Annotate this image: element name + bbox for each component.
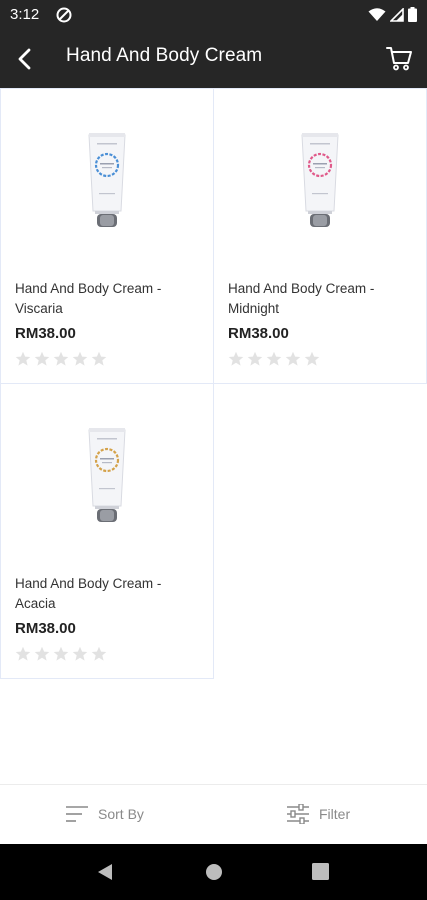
star-icon: [53, 646, 69, 661]
product-price: RM38.00: [15, 325, 76, 342]
rating-stars: [228, 351, 320, 367]
status-icons: [368, 7, 417, 22]
page-title: Hand And Body Cream: [66, 45, 263, 66]
filter-label: Filter: [319, 806, 351, 822]
sort-button[interactable]: Sort By: [66, 785, 144, 843]
product-card[interactable]: Hand And Body Cream - Viscaria RM38.00: [0, 88, 214, 384]
star-icon: [266, 351, 282, 366]
sort-icon: [66, 806, 88, 822]
nav-recents-icon[interactable]: [312, 863, 329, 880]
product-card[interactable]: Hand And Body Cream - Midnight RM38.00: [213, 88, 427, 384]
product-name[interactable]: Hand And Body Cream - Acacia: [15, 574, 200, 614]
product-card[interactable]: Hand And Body Cream - Acacia RM38.00: [0, 383, 214, 679]
nav-back-icon[interactable]: [96, 863, 114, 881]
star-icon: [72, 646, 88, 661]
filter-sliders-icon: [287, 804, 309, 824]
status-bar: 3:12: [0, 0, 427, 30]
star-icon: [72, 351, 88, 366]
cream-tube-image: [88, 133, 126, 227]
star-icon: [15, 351, 31, 366]
filter-button[interactable]: Filter: [287, 785, 350, 843]
cart-icon[interactable]: [385, 44, 413, 72]
do-not-disturb-icon: [56, 7, 72, 23]
cream-tube-image: [301, 133, 339, 227]
sort-filter-bar: Sort By Filter: [0, 784, 427, 844]
signal-icon: [390, 7, 404, 22]
star-icon: [304, 351, 320, 366]
star-icon: [34, 351, 50, 366]
wifi-icon: [368, 7, 386, 21]
product-price: RM38.00: [15, 620, 76, 637]
product-name[interactable]: Hand And Body Cream - Viscaria: [15, 279, 200, 319]
back-arrow-icon[interactable]: [12, 46, 38, 72]
star-icon: [91, 646, 107, 661]
rating-stars: [15, 646, 107, 662]
nav-home-icon[interactable]: [205, 863, 223, 881]
star-icon: [285, 351, 301, 366]
rating-stars: [15, 351, 107, 367]
product-image[interactable]: [214, 89, 426, 279]
product-image[interactable]: [1, 89, 213, 279]
system-nav-bar: [0, 844, 427, 900]
product-image[interactable]: [1, 384, 213, 574]
app-bar: Hand And Body Cream: [0, 30, 427, 88]
star-icon: [53, 351, 69, 366]
star-icon: [91, 351, 107, 366]
cream-tube-image: [88, 428, 126, 522]
star-icon: [247, 351, 263, 366]
star-icon: [15, 646, 31, 661]
status-time: 3:12: [10, 6, 40, 23]
sort-label: Sort By: [98, 806, 144, 822]
battery-icon: [408, 7, 417, 22]
product-price: RM38.00: [228, 325, 289, 342]
star-icon: [228, 351, 244, 366]
star-icon: [34, 646, 50, 661]
product-name[interactable]: Hand And Body Cream - Midnight: [228, 279, 413, 319]
